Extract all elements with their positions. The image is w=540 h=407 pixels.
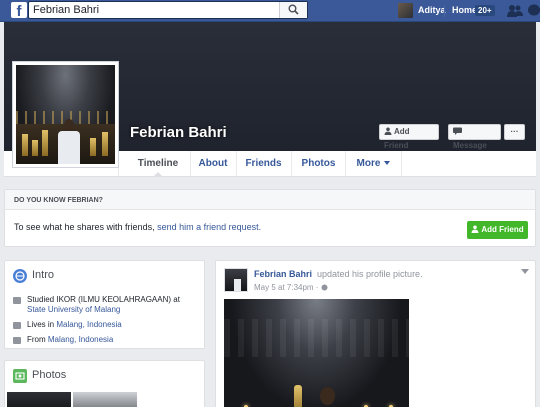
tab-more[interactable]: More — [345, 151, 402, 176]
add-friend-button[interactable]: Add Friend — [379, 124, 439, 150]
tab-friends[interactable]: Friends — [236, 151, 290, 176]
photos-card: Photos — [4, 360, 205, 407]
send-friend-request-link[interactable]: send him a friend request. — [157, 222, 261, 232]
messages-icon[interactable] — [528, 4, 540, 17]
post-action-text: updated his profile picture. — [317, 269, 423, 279]
tab-more-label: More — [356, 158, 381, 169]
top-navigation-bar: f Aditya Home 20+ — [0, 0, 540, 22]
home-icon — [13, 322, 21, 329]
post-author-avatar[interactable] — [224, 268, 248, 292]
caret-down-icon — [384, 161, 391, 165]
photos-title[interactable]: Photos — [32, 369, 66, 381]
facebook-logo-icon[interactable]: f — [11, 2, 27, 18]
add-friend-green-button[interactable]: Add Friend — [467, 221, 528, 239]
photo-thumbnail[interactable] — [73, 392, 137, 407]
hometown-link[interactable]: Malang, Indonesia — [48, 335, 113, 344]
intro-studied: Studied IKOR (ILMU KEOLAHRAGAAN) at Stat… — [27, 295, 180, 314]
do-you-know-box: DO YOU KNOW FEBRIAN? To see what he shar… — [4, 189, 536, 247]
profile-picture-post: Febrian Bahri updated his profile pictur… — [215, 260, 536, 407]
intro-lives: Lives in Malang, Indonesia — [27, 320, 122, 329]
intro-from: From Malang, Indonesia — [27, 335, 114, 344]
home-notification-badge: 20+ — [475, 5, 495, 16]
school-link[interactable]: State University of Malang — [27, 305, 120, 314]
do-you-know-text: To see what he shares with friends, send… — [14, 222, 262, 232]
tab-photos[interactable]: Photos — [291, 151, 345, 176]
profile-picture[interactable] — [12, 61, 119, 168]
search-box[interactable] — [28, 1, 308, 19]
divider — [444, 5, 445, 17]
more-options-icon: ··· — [510, 127, 519, 136]
message-button[interactable]: Message — [448, 124, 501, 150]
intro-title: Intro — [32, 269, 55, 281]
search-input[interactable] — [33, 3, 283, 17]
post-author-name[interactable]: Febrian Bahri — [254, 269, 312, 279]
globe-icon — [321, 284, 328, 291]
search-button[interactable] — [279, 2, 307, 18]
search-icon — [288, 4, 299, 15]
tab-about[interactable]: About — [190, 151, 235, 176]
friend-requests-icon[interactable] — [507, 4, 523, 17]
user-avatar[interactable] — [398, 3, 413, 18]
profile-name[interactable]: Febrian Bahri — [130, 124, 227, 141]
photo-thumbnail[interactable] — [7, 392, 71, 407]
education-icon — [13, 297, 21, 304]
lives-location-link[interactable]: Malang, Indonesia — [56, 320, 121, 329]
profile-picture-image — [16, 65, 115, 164]
more-options-button[interactable]: ··· — [504, 124, 525, 140]
location-pin-icon — [13, 337, 21, 344]
home-link[interactable]: Home — [452, 5, 477, 15]
add-friend-icon — [384, 127, 392, 135]
post-photo[interactable] — [224, 299, 409, 407]
post-timestamp[interactable]: May 5 at 7:34pm · — [254, 283, 328, 292]
post-options-chevron-icon[interactable] — [521, 269, 529, 274]
globe-icon — [13, 269, 27, 283]
user-name-link[interactable]: Aditya — [418, 5, 446, 15]
add-friend-green-label: Add Friend — [481, 225, 524, 234]
message-label: Message — [453, 141, 487, 150]
message-icon — [453, 127, 462, 135]
photos-icon — [13, 369, 27, 383]
add-friend-icon — [471, 225, 479, 233]
intro-card: Intro Studied IKOR (ILMU KEOLAHRAGAAN) a… — [4, 260, 205, 349]
tab-timeline[interactable]: Timeline — [129, 151, 187, 177]
do-you-know-heading: DO YOU KNOW FEBRIAN? — [5, 190, 535, 210]
